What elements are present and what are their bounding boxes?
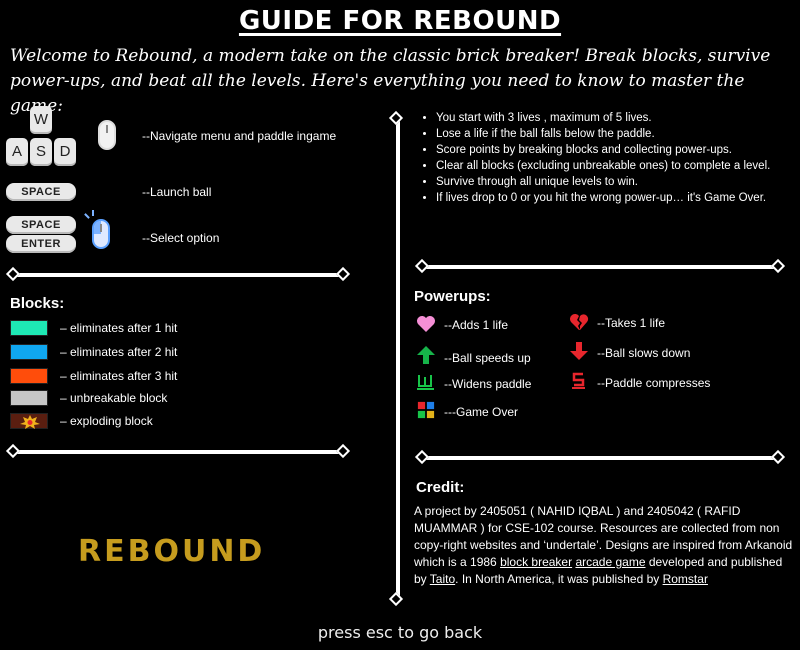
back-hint: press esc to go back <box>317 623 483 642</box>
block-swatch <box>10 344 48 360</box>
select-label: --Select option <box>142 231 220 245</box>
divider-diamond <box>414 258 430 274</box>
widen-icon <box>417 375 434 390</box>
divider-line <box>422 265 778 269</box>
arrow-down-icon <box>570 342 588 360</box>
divider-diamond <box>5 266 21 282</box>
key-w: W <box>30 106 52 134</box>
rule-item: You start with 3 lives , maximum of 5 li… <box>436 110 790 126</box>
key-enter: ENTER <box>6 235 76 253</box>
rebound-logo: REBOUND <box>78 534 266 569</box>
link-arcade-game[interactable]: arcade game <box>575 555 645 569</box>
powerup-label: --Takes 1 life <box>597 316 666 330</box>
divider-diamond <box>335 266 351 282</box>
block-swatch <box>10 368 48 384</box>
powerup-label: --Adds 1 life <box>444 318 509 332</box>
key-d: D <box>54 138 76 166</box>
credit-text: A project by 2405051 ( NAHID IQBAL ) and… <box>414 503 798 588</box>
blocks-title: Blocks: <box>10 295 65 312</box>
link-block-breaker[interactable]: block breaker <box>500 555 572 569</box>
launch-label: --Launch ball <box>142 185 212 199</box>
link-taito[interactable]: Taito <box>430 572 455 586</box>
divider-diamond <box>5 443 21 459</box>
block-label: – unbreakable block <box>60 391 168 405</box>
block-swatch <box>10 390 48 406</box>
rule-item: If lives drop to 0 or you hit the wrong … <box>436 190 790 206</box>
game-over-icon <box>417 401 435 419</box>
credit-text-part: . In North America, it was published by <box>455 572 663 586</box>
click-ray-icon <box>84 213 90 219</box>
exploding-block-icon <box>10 413 48 429</box>
divider-diamond <box>770 258 786 274</box>
divider-line <box>12 450 344 454</box>
block-label: – exploding block <box>60 414 153 428</box>
intro-text: Welcome to Rebound, a modern take on the… <box>10 46 771 116</box>
credit-title: Credit: <box>416 479 465 496</box>
mouse-click-icon <box>92 219 110 249</box>
block-label: – eliminates after 1 hit <box>60 321 178 335</box>
divider-line <box>422 456 778 460</box>
key-s: S <box>30 138 52 166</box>
powerup-label: --Ball slows down <box>597 346 691 360</box>
divider-line <box>12 273 344 277</box>
link-romstar[interactable]: Romstar <box>663 572 708 586</box>
arrow-up-icon <box>417 346 435 364</box>
rule-item: Lose a life if the ball falls below the … <box>436 126 790 142</box>
broken-heart-icon <box>570 314 589 330</box>
powerup-label: --Paddle compresses <box>597 376 711 390</box>
navigate-label: --Navigate menu and paddle ingame <box>142 129 337 143</box>
rule-item: Clear all blocks (excluding unbreakable … <box>436 158 790 174</box>
powerup-label: --Ball speeds up <box>444 351 531 365</box>
heart-icon <box>417 316 435 332</box>
compress-icon <box>572 372 585 389</box>
block-label: – eliminates after 2 hit <box>60 345 178 359</box>
block-label: – eliminates after 3 hit <box>60 369 178 383</box>
rule-item: Survive through all unique levels to win… <box>436 174 790 190</box>
key-space-launch: SPACE <box>6 183 76 201</box>
divider-diamond <box>388 591 404 607</box>
divider-diamond <box>414 449 430 465</box>
key-a: A <box>6 138 28 166</box>
divider-diamond <box>770 449 786 465</box>
powerups-title: Powerups: <box>414 288 491 305</box>
vertical-divider <box>396 118 400 602</box>
powerup-label: --Widens paddle <box>444 377 532 391</box>
mouse-icon <box>98 120 116 150</box>
page-title: GUIDE FOR REBOUND <box>238 6 562 36</box>
divider-diamond <box>335 443 351 459</box>
click-ray-icon <box>92 210 94 216</box>
rules-list: You start with 3 lives , maximum of 5 li… <box>420 110 790 206</box>
key-space-select: SPACE <box>6 216 76 234</box>
rule-item: Score points by breaking blocks and coll… <box>436 142 790 158</box>
block-swatch <box>10 320 48 336</box>
powerup-label: ---Game Over <box>444 405 519 419</box>
